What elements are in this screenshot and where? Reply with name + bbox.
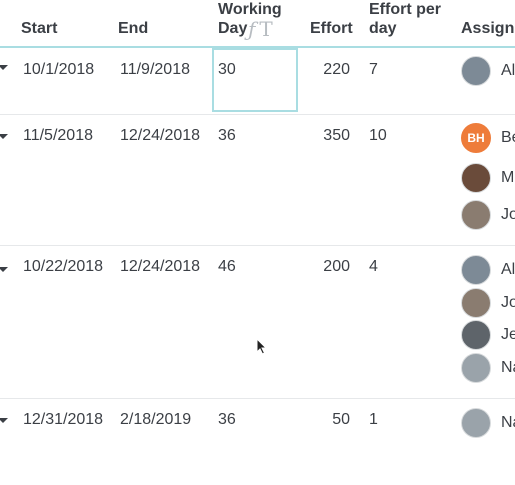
column-header-working-days-line1: Working	[218, 1, 282, 18]
selected-cell-outline	[212, 48, 298, 112]
end-date-cell[interactable]: 12/24/2018	[120, 257, 200, 277]
column-header-start[interactable]: Start	[21, 19, 57, 38]
assignee-name: Al	[501, 62, 515, 79]
assignee-name: Jo	[501, 294, 515, 311]
column-header-effort[interactable]: Effort	[310, 19, 353, 38]
effort-per-day-cell[interactable]: 1	[369, 410, 378, 430]
assignee-chip[interactable]: Na	[461, 408, 515, 438]
effort-cell[interactable]: 350	[290, 126, 350, 146]
working-days-cell[interactable]: 36	[218, 126, 236, 146]
column-tools: ƒT	[248, 17, 277, 42]
assignee-chip[interactable]: Jo	[461, 200, 515, 230]
assignee-chip[interactable]: Na	[461, 353, 515, 383]
expand-caret-icon[interactable]	[0, 418, 8, 423]
avatar-initials: BH	[467, 131, 485, 145]
effort-per-day-cell[interactable]: 7	[369, 60, 378, 80]
gantt-table: Start End Working Day ƒT Effort Effort p…	[0, 0, 515, 485]
assignee-chip[interactable]: Al	[461, 255, 515, 285]
avatar	[461, 200, 491, 230]
start-date-cell[interactable]: 10/22/2018	[23, 257, 103, 277]
column-header-effort-per-day[interactable]: Effort per day	[369, 0, 441, 38]
column-header-working-days-line2: Day	[218, 20, 248, 37]
assignee-name: Je	[501, 326, 515, 343]
assignee-name: Al	[501, 261, 515, 278]
column-header-effort-per-day-line1: Effort per	[369, 1, 441, 18]
avatar	[461, 320, 491, 350]
column-header-assignee[interactable]: Assignee	[461, 19, 515, 38]
assignee-chip[interactable]: Je	[461, 320, 515, 350]
effort-cell[interactable]: 200	[290, 257, 350, 277]
column-header-end[interactable]: End	[118, 19, 148, 38]
column-header-effort-per-day-line2: day	[369, 20, 397, 37]
working-days-cell[interactable]: 46	[218, 257, 236, 277]
assignee-name: Na	[501, 414, 515, 431]
text-format-icon[interactable]: T	[259, 17, 276, 41]
effort-cell[interactable]: 50	[290, 410, 350, 430]
avatar	[461, 56, 491, 86]
avatar	[461, 255, 491, 285]
start-date-cell[interactable]: 11/5/2018	[23, 126, 93, 146]
assignee-chip[interactable]: Jo	[461, 288, 515, 318]
effort-per-day-cell[interactable]: 4	[369, 257, 378, 277]
end-date-cell[interactable]: 12/24/2018	[120, 126, 200, 146]
table-row[interactable]: 11/5/2018 12/24/2018 36 350 10 BH Be M R…	[0, 114, 515, 246]
table-header: Start End Working Day ƒT Effort Effort p…	[0, 0, 515, 48]
avatar	[461, 408, 491, 438]
avatar	[461, 353, 491, 383]
expand-caret-icon[interactable]	[0, 134, 8, 139]
avatar	[461, 163, 491, 193]
table-row[interactable]: 10/22/2018 12/24/2018 46 200 4 Al Jo Je …	[0, 245, 515, 399]
table-row[interactable]: 12/31/2018 2/18/2019 36 50 1 Na	[0, 398, 515, 484]
end-date-cell[interactable]: 11/9/2018	[120, 60, 190, 80]
assignee-chip[interactable]: BH Be	[461, 123, 515, 153]
expand-caret-icon[interactable]	[0, 65, 8, 70]
effort-per-day-cell[interactable]: 10	[369, 126, 387, 146]
working-days-cell[interactable]: 36	[218, 410, 236, 430]
mouse-pointer-icon	[256, 338, 268, 355]
effort-cell[interactable]: 220	[290, 60, 350, 80]
start-date-cell[interactable]: 10/1/2018	[23, 60, 94, 80]
start-date-cell[interactable]: 12/31/2018	[23, 410, 103, 430]
assignee-chip[interactable]: M Ra	[461, 163, 515, 193]
assignee-name: Na	[501, 359, 515, 376]
avatar	[461, 288, 491, 318]
assignee-name: M Ra	[501, 169, 515, 186]
assignee-name: Jo	[501, 206, 515, 223]
end-date-cell[interactable]: 2/18/2019	[120, 410, 191, 430]
assignee-chip[interactable]: Al	[461, 56, 515, 86]
assignee-name: Be	[501, 129, 515, 146]
avatar: BH	[461, 123, 491, 153]
formula-icon[interactable]: ƒ	[248, 17, 259, 41]
expand-caret-icon[interactable]	[0, 267, 8, 272]
